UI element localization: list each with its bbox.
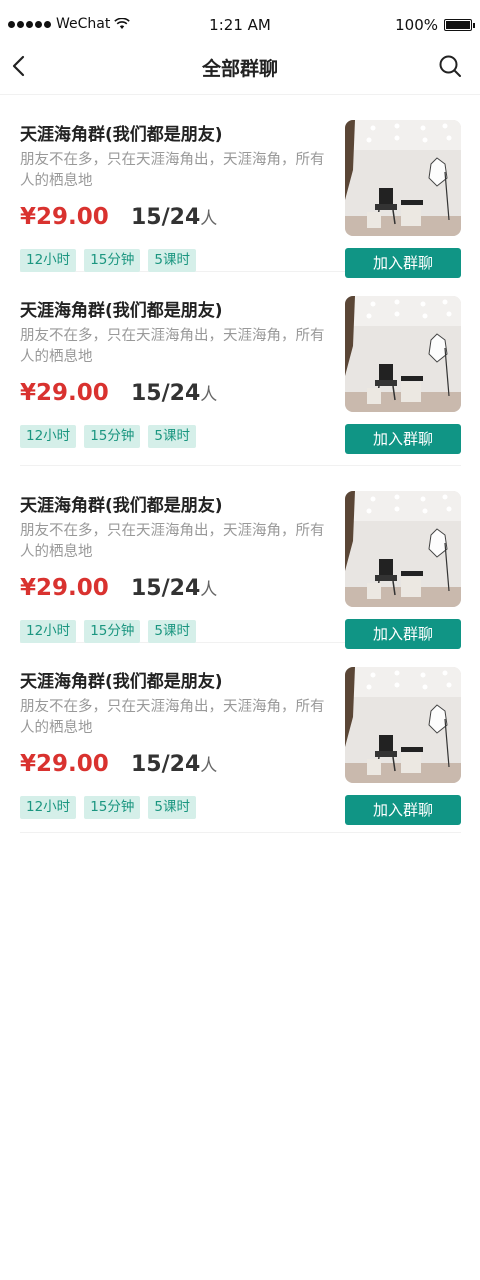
- tag-lessons: 5课时: [148, 249, 196, 272]
- member-count-unit: 人: [200, 209, 218, 229]
- tag-duration: 12小时: [20, 425, 77, 448]
- group-title: 天涯海角群(我们都是朋友): [20, 125, 223, 145]
- group-price: ¥29.00: [20, 380, 109, 406]
- member-count-unit: 人: [200, 756, 218, 776]
- tag-minutes: 15分钟: [84, 425, 141, 448]
- tag-lessons: 5课时: [148, 796, 196, 819]
- join-group-button[interactable]: 加入群聊: [345, 424, 461, 454]
- group-price: ¥29.00: [20, 575, 109, 601]
- tag-minutes: 15分钟: [84, 249, 141, 272]
- member-count: 15/24人: [131, 380, 217, 406]
- group-card[interactable]: 天涯海角群(我们都是朋友) 朋友不在多，只在天涯海角出，天涯海角，所有人的栖息地…: [20, 95, 461, 278]
- member-count: 15/24人: [131, 575, 217, 601]
- group-description: 朋友不在多，只在天涯海角出，天涯海角，所有人的栖息地: [20, 328, 325, 365]
- member-count-value: 15/24: [131, 752, 201, 777]
- group-price: ¥29.00: [20, 751, 109, 777]
- tag-list: 12小时 15分钟 5课时: [20, 425, 196, 448]
- tag-lessons: 5课时: [148, 620, 196, 643]
- group-description: 朋友不在多，只在天涯海角出，天涯海角，所有人的栖息地: [20, 152, 325, 189]
- tag-lessons: 5课时: [148, 425, 196, 448]
- battery-icon: [444, 19, 475, 31]
- tag-minutes: 15分钟: [84, 620, 141, 643]
- tag-duration: 12小时: [20, 620, 77, 643]
- group-thumbnail: [345, 120, 461, 236]
- tag-duration: 12小时: [20, 249, 77, 272]
- group-title: 天涯海角群(我们都是朋友): [20, 672, 223, 692]
- studio-photo-image: [345, 296, 461, 412]
- tag-duration: 12小时: [20, 796, 77, 819]
- member-count-unit: 人: [200, 580, 218, 600]
- member-count-value: 15/24: [131, 205, 201, 230]
- group-card[interactable]: 天涯海角群(我们都是朋友) 朋友不在多，只在天涯海角出，天涯海角，所有人的栖息地…: [20, 466, 461, 649]
- group-description: 朋友不在多，只在天涯海角出，天涯海角，所有人的栖息地: [20, 699, 325, 736]
- join-group-button[interactable]: 加入群聊: [345, 795, 461, 825]
- battery-percentage: 100%: [395, 16, 438, 34]
- group-card[interactable]: 天涯海角群(我们都是朋友) 朋友不在多，只在天涯海角出，天涯海角，所有人的栖息地…: [20, 643, 461, 833]
- studio-photo-image: [345, 667, 461, 783]
- group-thumbnail: [345, 296, 461, 412]
- member-count: 15/24人: [131, 204, 217, 230]
- search-icon[interactable]: [438, 54, 462, 78]
- member-count-value: 15/24: [131, 381, 201, 406]
- group-title: 天涯海角群(我们都是朋友): [20, 301, 223, 321]
- group-card[interactable]: 天涯海角群(我们都是朋友) 朋友不在多，只在天涯海角出，天涯海角，所有人的栖息地…: [20, 272, 461, 466]
- group-description: 朋友不在多，只在天涯海角出，天涯海角，所有人的栖息地: [20, 523, 325, 560]
- studio-photo-image: [345, 120, 461, 236]
- tag-list: 12小时 15分钟 5课时: [20, 620, 196, 643]
- member-count: 15/24人: [131, 751, 217, 777]
- tag-list: 12小时 15分钟 5课时: [20, 796, 196, 819]
- group-thumbnail: [345, 491, 461, 607]
- status-bar: WeChat 1:21 AM 100%: [0, 0, 480, 40]
- group-price: ¥29.00: [20, 204, 109, 230]
- group-title: 天涯海角群(我们都是朋友): [20, 496, 223, 516]
- tag-minutes: 15分钟: [84, 796, 141, 819]
- page-title: 全部群聊: [201, 58, 278, 80]
- member-count-value: 15/24: [131, 576, 201, 601]
- member-count-unit: 人: [200, 385, 218, 405]
- tag-list: 12小时 15分钟 5课时: [20, 249, 196, 272]
- status-right: 100%: [395, 16, 475, 34]
- studio-photo-image: [345, 491, 461, 607]
- group-thumbnail: [345, 667, 461, 783]
- group-list: 天涯海角群(我们都是朋友) 朋友不在多，只在天涯海角出，天涯海角，所有人的栖息地…: [20, 95, 461, 833]
- nav-bar: 全部群聊: [0, 40, 480, 95]
